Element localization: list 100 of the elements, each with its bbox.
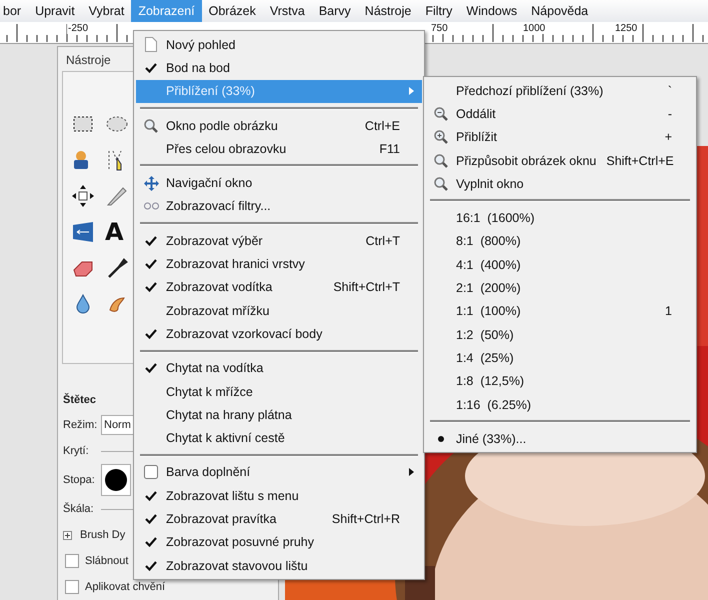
menu-item[interactable]: Zobrazovat stavovou lištu [136, 554, 422, 578]
menu-item[interactable]: Bod na bod [136, 56, 422, 80]
zoom-out-icon [434, 106, 448, 121]
brush-label: Stopa: [63, 474, 96, 486]
window-title: Nástroje [65, 52, 112, 69]
menu-item-label: Barva doplnění [166, 465, 250, 480]
menu-item[interactable]: Zobrazovat vzorkovací body [136, 322, 422, 346]
magnifier-icon [144, 118, 158, 133]
menu-item[interactable]: 1:8 (12,5%) [426, 370, 694, 393]
checkbox[interactable] [65, 554, 79, 568]
menu-item-label: Zobrazovat lištu s menu [166, 488, 299, 503]
menu-item-label: Zobrazovat hranici vrstvy [166, 257, 305, 272]
menu-item-label: Jiné (33%)... [456, 432, 526, 446]
shortcut-label: Shift+Ctrl+E [606, 154, 674, 168]
menu-item-label: Chytat na hrany plátna [166, 408, 292, 422]
ruler-label: 750 [430, 23, 449, 34]
menu-item[interactable]: Zobrazovací filtry... [136, 194, 422, 218]
menu-item[interactable]: Nový pohled [136, 33, 422, 56]
menu-item[interactable]: Chytat k mřížce [136, 380, 422, 404]
menu-item-label: Zobrazovat vzorkovací body [166, 326, 322, 341]
menu-item[interactable]: Vybrat [82, 0, 132, 22]
menu-item[interactable]: Chytat na vodítka [136, 356, 422, 380]
shortcut-label: F11 [379, 142, 400, 156]
shortcut-label: Shift+Ctrl+R [332, 512, 400, 526]
shortcut-label: 1 [665, 304, 672, 318]
menu-item[interactable]: 1:1 (100%) 1 [426, 300, 694, 323]
mode-field[interactable]: Norm [101, 415, 135, 435]
brush-preview[interactable] [101, 464, 131, 496]
menu-item[interactable]: Jiné (33%)... [426, 427, 694, 450]
expand-icon[interactable] [63, 530, 72, 540]
menu-item[interactable]: Okno podle obrázku Ctrl+E [136, 114, 422, 138]
menu-item-label: Přizpůsobit obrázek oknu [456, 154, 596, 168]
options-title: Štětec [63, 394, 96, 406]
ruler-label: 1000 [522, 23, 546, 34]
menu-item[interactable]: Chytat k aktivní cestě [136, 426, 422, 450]
menu-item[interactable]: Barvy [312, 0, 358, 22]
menu-item[interactable]: Barva doplnění [136, 460, 422, 484]
menu-item[interactable]: 8:1 (800%) [426, 230, 694, 254]
menu-item[interactable]: Zobrazovat lištu s menu [136, 484, 422, 508]
flip-icon[interactable] [71, 220, 95, 244]
menu-item[interactable]: Přiblížit + [426, 126, 694, 149]
menu-item[interactable]: Přes celou obrazovku F11 [136, 137, 422, 160]
menu-item-label: 1:16 (6.25%) [456, 398, 532, 412]
menu-item-label: Vyplnit okno [456, 176, 524, 191]
glasses-icon [144, 202, 158, 210]
menu-item[interactable]: Zobrazovat mřížku [136, 298, 422, 322]
menu-item[interactable]: bor [0, 0, 28, 22]
menu-item[interactable]: Zobrazovat posuvné pruhy [136, 530, 422, 554]
menu-item-label: Zobrazovat výběr [166, 234, 263, 248]
shortcut-label: Ctrl+E [364, 118, 400, 133]
menu-item[interactable]: Přizpůsobit obrázek oknu Shift+Ctrl+E [426, 148, 694, 172]
menu-item[interactable]: Vrstva [262, 0, 312, 22]
menu-item[interactable]: 2:1 (200%) [426, 276, 694, 300]
menu-item-label: Zobrazovat pravítka [166, 512, 276, 526]
menu-item[interactable]: 1:16 (6.25%) [426, 392, 694, 416]
ruler-label: -250 [67, 23, 90, 34]
menu-item[interactable]: 4:1 (400%) [426, 253, 694, 276]
menu-item-label: Přiblížit [456, 130, 497, 144]
menu-item[interactable]: Nástroje [358, 0, 418, 22]
menu-item-label: Okno podle obrázku [166, 118, 278, 133]
menu-item-label: Předchozí přiblížení (33%) [456, 84, 604, 98]
move-arrows-icon[interactable] [71, 184, 95, 208]
menu-item-label: 1:4 (25%) [456, 350, 514, 365]
menu-item[interactable]: Obrázek [202, 0, 263, 22]
menu-item-label: 1:8 (12,5%) [456, 374, 524, 388]
menu-item[interactable]: Zobrazovat pravítka Shift+Ctrl+R [136, 507, 422, 531]
menu-item[interactable]: Navigační okno [136, 171, 422, 195]
magnifier-icon [434, 176, 448, 191]
menu-item[interactable]: Zobrazovat výběr Ctrl+T [136, 229, 422, 252]
menu-item[interactable]: 1:2 (50%) [426, 322, 694, 346]
shortcut-label: ` [668, 84, 672, 98]
menu-item[interactable]: Oddálit - [426, 102, 694, 126]
menu-item[interactable]: 16:1 (1600%) [426, 206, 694, 230]
menu-item-label: Zobrazovat vodítka [166, 280, 272, 294]
menu-item[interactable]: Chytat na hrany plátna [136, 403, 422, 426]
menu-item-label: Zobrazovat posuvné pruhy [166, 535, 314, 550]
menu-item-label: Přiblížení (33%) [166, 84, 255, 98]
menu-item-label: Zobrazovat stavovou lištu [166, 558, 308, 573]
menu-item[interactable]: Nápověda [524, 0, 596, 22]
menu-item[interactable]: Vyplnit okno [426, 172, 694, 196]
checkbox[interactable] [65, 580, 79, 594]
menu-item[interactable]: 1:4 (25%) [426, 346, 694, 370]
magnifier-icon [434, 154, 448, 168]
shortcut-label: Shift+Ctrl+T [333, 280, 400, 294]
move-arrows-icon [144, 176, 158, 191]
menu-item[interactable]: Předchozí přiblížení (33%) ` [426, 79, 694, 102]
menu-item-label: Nový pohled [166, 38, 236, 52]
menu-item[interactable]: Zobrazovat vodítka Shift+Ctrl+T [136, 276, 422, 299]
menu-item[interactable]: Windows [459, 0, 524, 22]
shortcut-label: + [664, 130, 672, 144]
page-icon [145, 37, 157, 52]
menu-item-label: 1:2 (50%) [456, 328, 514, 342]
menu-item-label: Bod na bod [166, 60, 230, 75]
menu-item[interactable]: Filtry [418, 0, 460, 22]
menu-item-label: 8:1 (800%) [456, 234, 521, 248]
menu-item-label: Zobrazovací filtry... [166, 199, 271, 214]
menu-item[interactable]: Zobrazovat hranici vrstvy [136, 252, 422, 276]
mode-label: Režim: [63, 419, 97, 431]
checkbox-label: Aplikovat chvění [85, 581, 166, 593]
menu-item[interactable]: Upravit [28, 0, 82, 22]
